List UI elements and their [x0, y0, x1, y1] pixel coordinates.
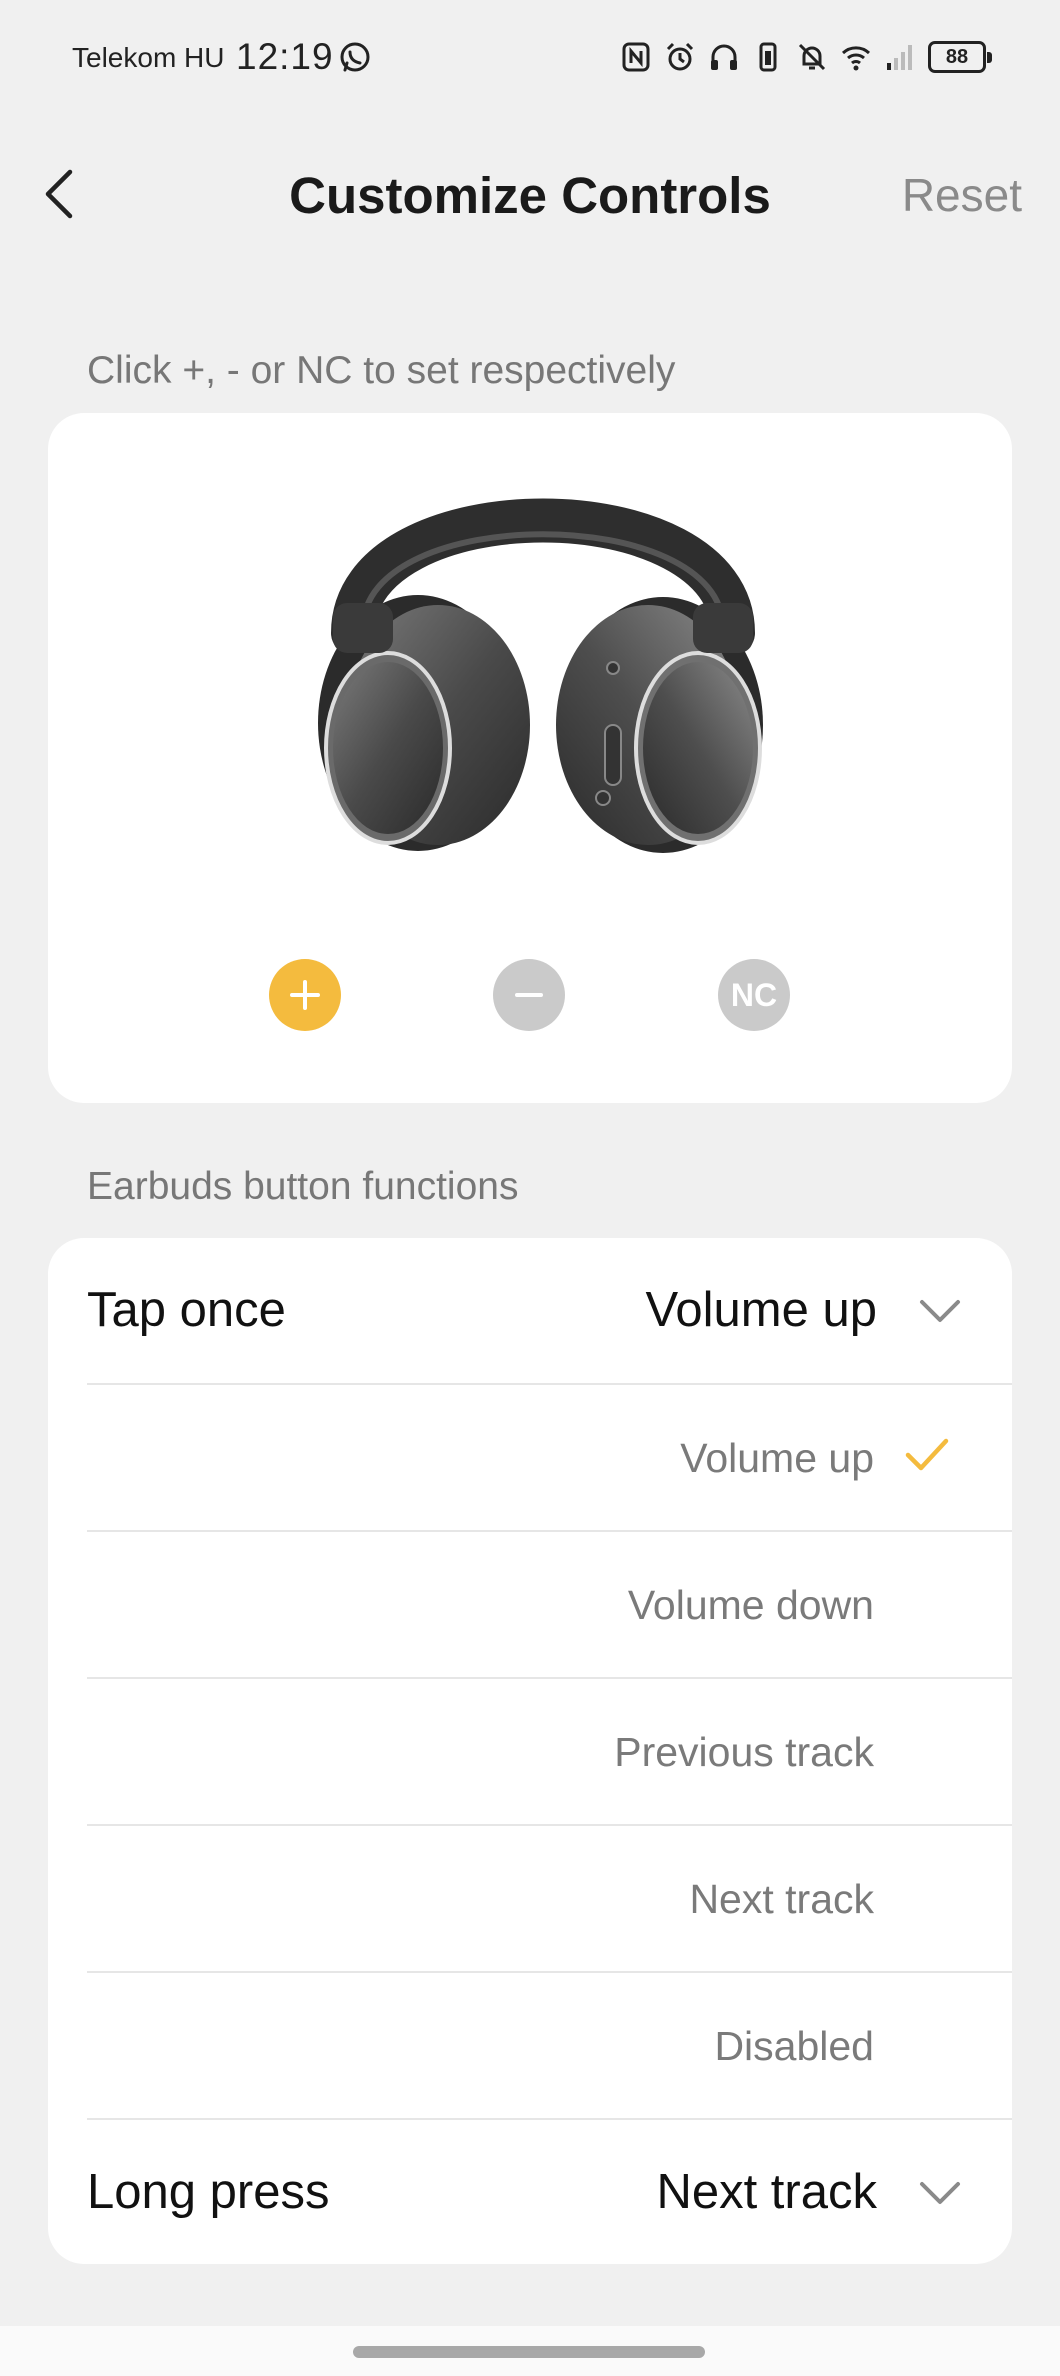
battery-icon: 88 [928, 41, 992, 73]
functions-card: Tap once Volume up Volume up Volume down… [48, 1238, 1012, 2264]
option-previous-track[interactable]: Previous track [48, 1679, 1012, 1826]
nc-button[interactable]: NC [718, 959, 790, 1031]
plus-button[interactable] [269, 959, 341, 1031]
nfc-icon [620, 40, 652, 74]
tap-once-row[interactable]: Tap once Volume up [48, 1238, 1012, 1385]
tap-once-label: Tap once [87, 1283, 286, 1337]
status-time: 12:19 [236, 36, 334, 77]
status-bar: Telekom HU 12:19 88 [0, 0, 1060, 116]
home-indicator[interactable] [353, 2346, 705, 2358]
option-label: Volume up [680, 1435, 874, 1481]
minus-button[interactable] [493, 959, 565, 1031]
chevron-down-icon [920, 2182, 960, 2204]
alarm-icon [664, 40, 696, 74]
controls-hint: Click +, - or NC to set respectively [87, 349, 676, 392]
carrier-name: Telekom HU [72, 42, 225, 73]
option-volume-down[interactable]: Volume down [48, 1532, 1012, 1679]
reset-button[interactable]: Reset [902, 168, 1022, 222]
whatsapp-icon [340, 42, 370, 72]
check-icon [905, 1438, 949, 1471]
option-label: Volume down [627, 1582, 874, 1628]
minus-icon [515, 993, 543, 997]
option-disabled[interactable]: Disabled [48, 1973, 1012, 2120]
option-next-track[interactable]: Next track [48, 1826, 1012, 1973]
long-press-value: Next track [656, 2165, 877, 2219]
long-press-label: Long press [87, 2165, 330, 2219]
wifi-icon [840, 40, 872, 74]
tap-once-value: Volume up [645, 1283, 877, 1337]
headphones-card: NC [48, 413, 1012, 1103]
vibrate-icon [752, 40, 784, 74]
long-press-row[interactable]: Long press Next track [48, 2120, 1012, 2267]
chevron-down-icon [920, 1300, 960, 1322]
plus-icon [290, 980, 320, 1010]
functions-section-title: Earbuds button functions [87, 1165, 519, 1208]
headphones-icon [708, 40, 740, 74]
option-volume-up[interactable]: Volume up [48, 1385, 1012, 1532]
option-label: Next track [689, 1876, 874, 1922]
signal-icon [884, 40, 916, 74]
bell-off-icon [796, 40, 828, 74]
option-label: Disabled [714, 2023, 874, 2069]
headphones-image [318, 498, 763, 853]
option-label: Previous track [614, 1729, 874, 1775]
